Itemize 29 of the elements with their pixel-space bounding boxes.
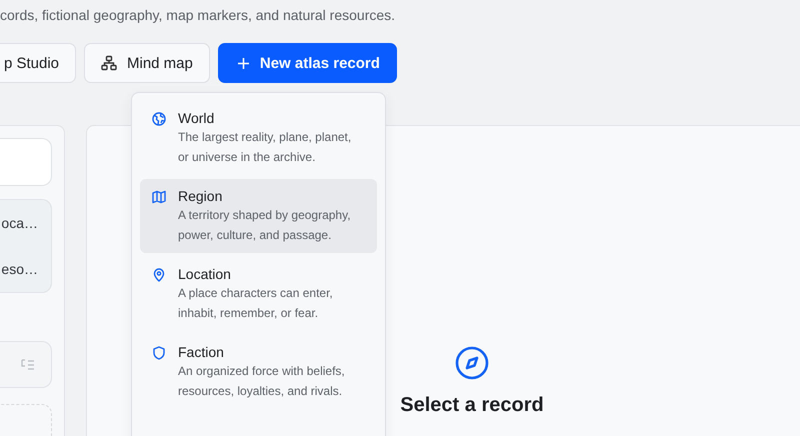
globe-icon bbox=[152, 112, 166, 126]
new-record-button[interactable]: New atlas record bbox=[218, 43, 397, 83]
option-title: Faction bbox=[178, 344, 225, 360]
list-icon bbox=[21, 358, 35, 370]
filter-field[interactable] bbox=[0, 341, 52, 388]
record-list-item[interactable]: eso… bbox=[1, 261, 38, 277]
mind-map-button[interactable]: Mind map bbox=[84, 43, 210, 83]
record-list-item[interactable]: oca… bbox=[1, 215, 38, 231]
compass-icon bbox=[455, 346, 489, 380]
option-description: A territory shaped by geography, power, culture, and passage. bbox=[178, 207, 352, 244]
record-type-option[interactable]: Location A place characters can enter, inhabit, remember, or fear. bbox=[140, 257, 377, 331]
option-title: Location bbox=[178, 266, 232, 282]
map-pin-icon bbox=[152, 268, 166, 282]
page-description: cords, fictional geography, map markers, and natural resources. bbox=[0, 6, 396, 23]
shield-icon bbox=[152, 346, 166, 360]
option-title: Region bbox=[178, 188, 224, 204]
search-field[interactable] bbox=[0, 138, 52, 186]
record-type-option[interactable]: Region A territory shaped by geography, power, culture, and passage. bbox=[140, 179, 377, 253]
studio-button[interactable]: p Studio bbox=[0, 43, 76, 83]
hierarchy-icon bbox=[101, 55, 117, 71]
option-description: The largest reality, plane, planet, or universe in the archive. bbox=[178, 129, 352, 166]
record-type-option[interactable]: Faction An organized force with beliefs, resources, loyalties, and rivals. bbox=[140, 335, 377, 409]
option-title: World bbox=[178, 110, 216, 126]
record-type-option[interactable]: World The largest reality, plane, planet, or universe in the archive. bbox=[140, 101, 377, 175]
map-icon bbox=[152, 190, 166, 204]
option-description: A place characters can enter, inhabit, remember, or fear. bbox=[178, 285, 334, 322]
option-description: An organized force with beliefs, resources, loyalties, and rivals. bbox=[178, 363, 346, 400]
plus-icon bbox=[236, 56, 250, 70]
empty-state-title: Select a record bbox=[400, 394, 544, 417]
